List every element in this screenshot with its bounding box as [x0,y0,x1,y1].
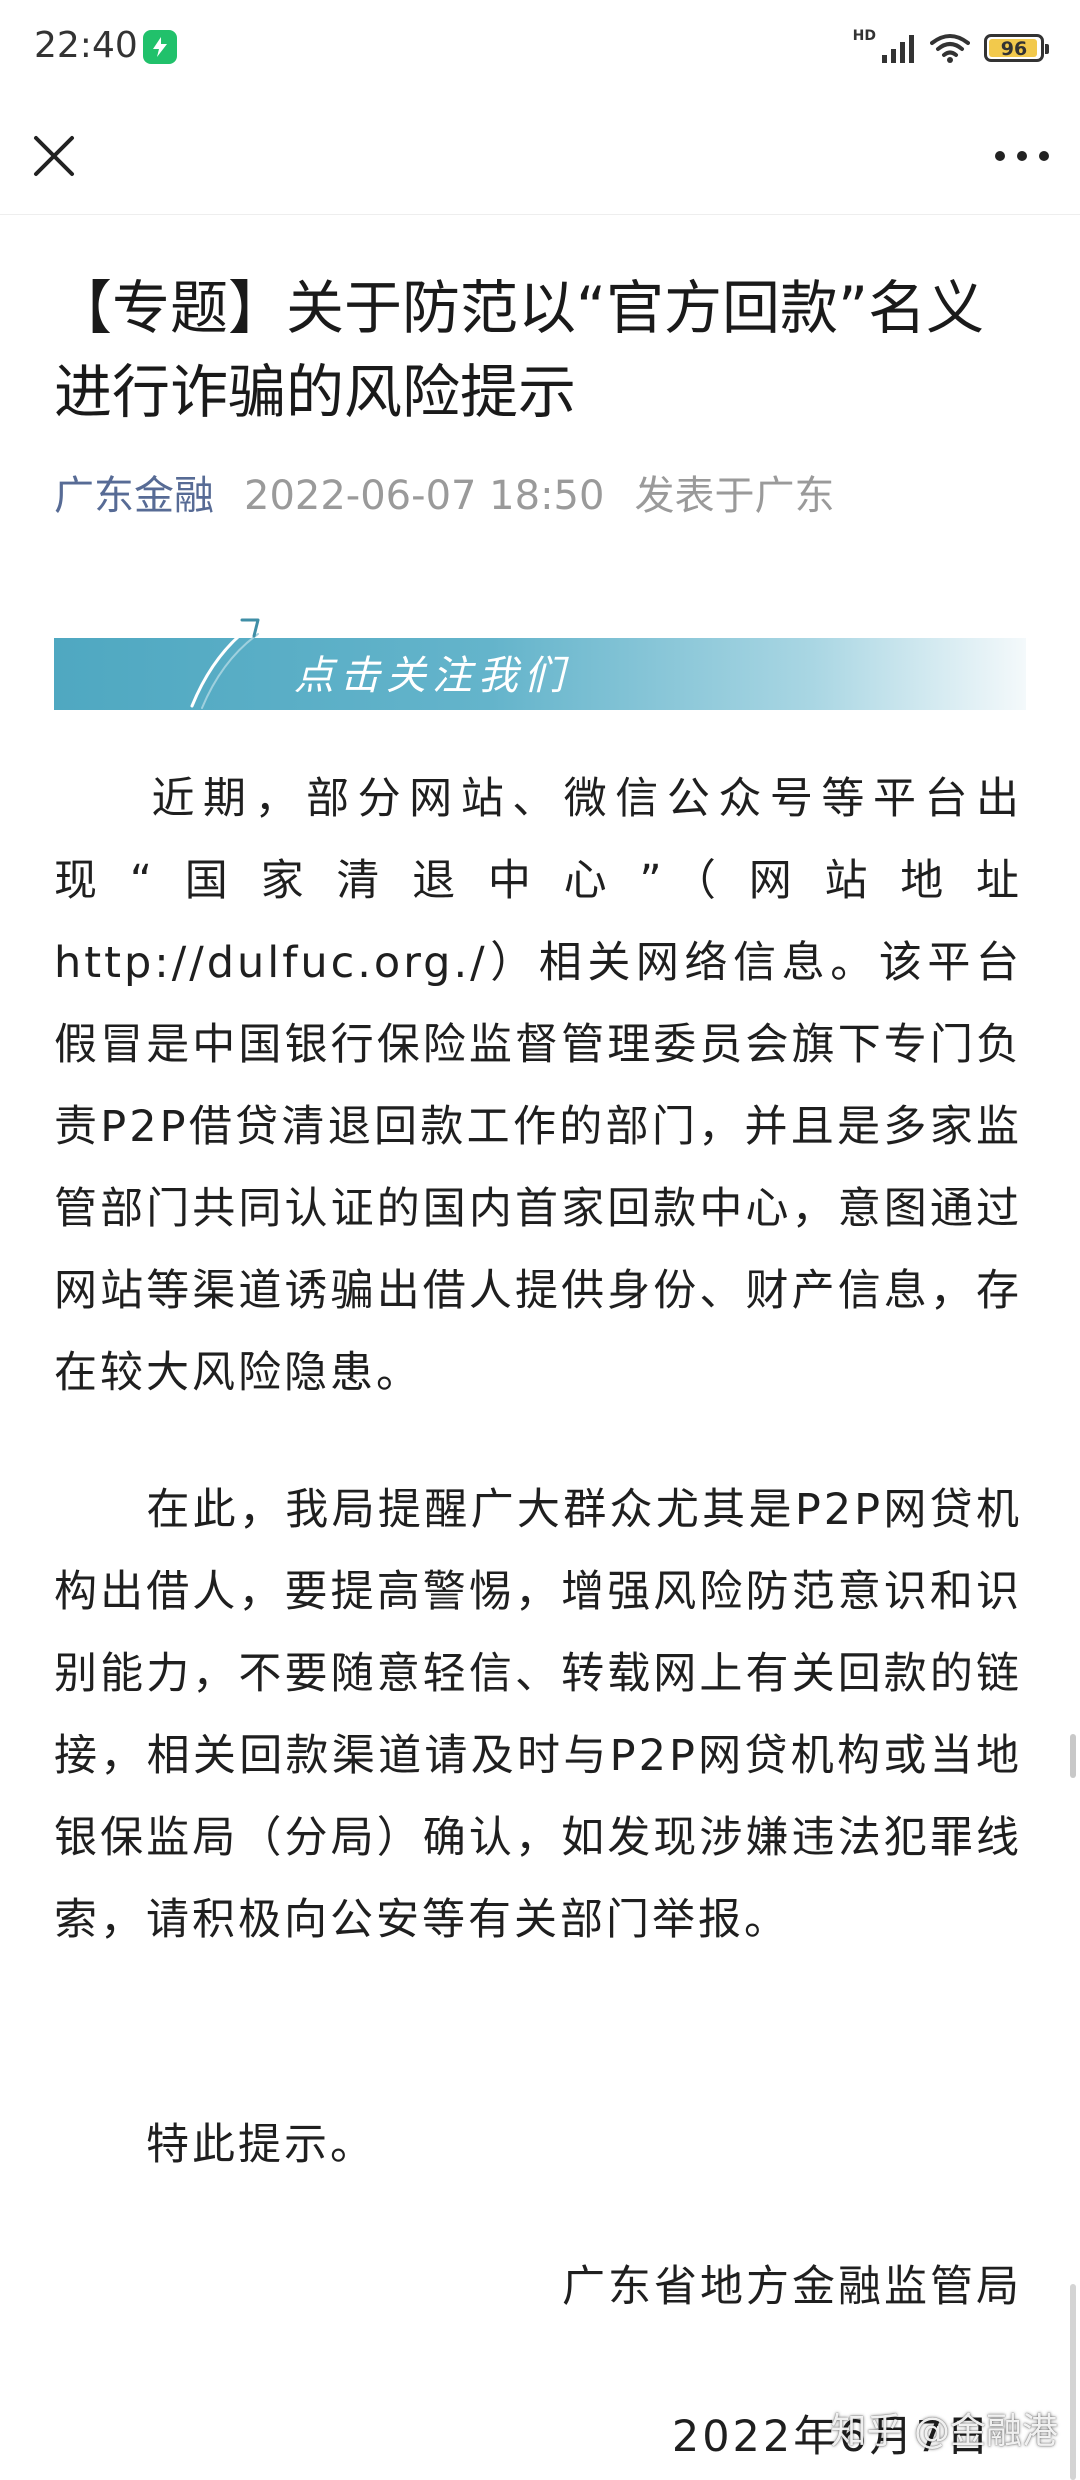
article-paragraph: 特此提示。 [54,2104,1022,2186]
app-notification-icon [143,30,177,64]
paragraph-text: 特此提示。 [146,2120,376,2170]
article-meta: 广东金融 2022-06-07 18:50 发表于广东 [54,468,834,524]
follow-banner-text: 点击关注我们 [294,653,570,699]
article-location: 发表于广东 [634,473,835,519]
paragraph-text: 在此，我局提醒广大群众尤其是P2P网贷机构出借人，要提高警惕，增强风险防范意识和… [54,1485,1022,1945]
scrollbar-mark [1070,1734,1076,1778]
article-title: 【专题】关于防范以“官方回款”名义进行诈骗的风险提示 [54,274,985,426]
arrow-icon [190,618,260,709]
paragraph-text: 近期，部分网站、微信公众号等平台出现“国家清退中心”（网站地址http://du… [54,774,1022,1398]
article-date: 2022-06-07 18:50 [244,473,605,519]
follow-banner[interactable]: 点击关注我们 [54,612,1026,714]
close-icon[interactable] [30,132,78,180]
status-time: 22:40 [34,25,138,66]
signal-icon [882,35,914,63]
battery-icon: 96 [984,34,1049,62]
hd-label: HD [852,28,876,44]
watermark: 知乎 @金融港 [830,2411,1058,2452]
article-paragraph: 近期，部分网站、微信公众号等平台出现“国家清退中心”（网站地址http://du… [54,758,1022,1414]
status-indicators: HD 96 [852,26,1049,70]
article-paragraph: 在此，我局提醒广大群众尤其是P2P网贷机构出借人，要提高警惕，增强风险防范意识和… [54,1469,1022,1961]
battery-text: 96 [1000,38,1028,60]
signature: 广东省地方金融监管局 [562,2262,1022,2312]
more-icon[interactable] [992,132,1052,180]
wifi-icon [930,34,970,63]
nav-bar [0,96,1080,215]
status-bar: 22:40 HD 96 [0,0,1080,96]
scrollbar-thumb[interactable] [1070,2284,1076,2480]
article-source-link[interactable]: 广东金融 [54,473,214,519]
